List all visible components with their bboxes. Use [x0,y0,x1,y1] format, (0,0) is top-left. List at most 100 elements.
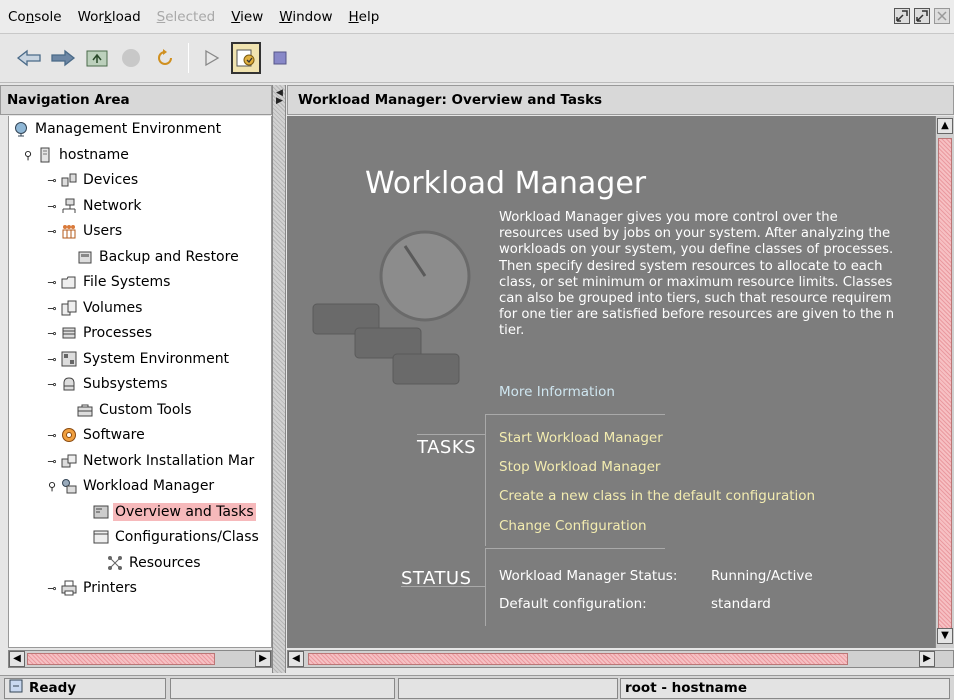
content-hscroll-thumb[interactable] [308,653,848,665]
up-level-button[interactable] [82,42,112,74]
menu-help[interactable]: Help [341,0,388,34]
tree-item-configurations[interactable]: Configurations/Class [93,526,261,548]
scroll-up-icon[interactable]: ▲ [937,118,953,134]
collapsed-toggle-icon[interactable]: ⊸ [45,429,59,442]
up-level-icon [86,50,108,67]
scroll-left-icon[interactable]: ◀ [9,651,25,667]
expanded-toggle-icon[interactable]: ⚲ [45,480,59,493]
tree-item-printers[interactable]: ⊸ Printers [45,577,139,599]
more-information-link[interactable]: More Information [499,384,615,400]
scroll-right-icon[interactable]: ▶ [255,651,271,667]
tree-item-resources[interactable]: Resources [107,552,203,574]
menu-workload[interactable]: Workload [70,0,149,34]
globe-icon [13,121,29,137]
menu-window[interactable]: Window [271,0,340,34]
toolbox-icon [77,402,93,418]
tree-item-software[interactable]: ⊸ Software [45,424,147,446]
divider [485,414,486,546]
nav-scroll-thumb[interactable] [27,653,215,665]
devices-icon [61,172,77,188]
menu-console[interactable]: Console [0,0,70,34]
close-icon[interactable] [934,8,950,24]
refresh-icon [158,49,172,65]
description-line: class, or set minimum or maximum resourc… [499,274,893,290]
collapsed-toggle-icon[interactable]: ⊸ [45,225,59,238]
collapsed-toggle-icon[interactable]: ⊸ [45,200,59,213]
tree-item-users[interactable]: ⊸ Users [45,220,124,242]
tree-item-processes[interactable]: ⊸ Processes [45,322,154,344]
play-icon [205,49,220,67]
status-cell-empty [170,678,395,699]
install-icon [61,453,77,469]
status-name: Workload Manager Status: [499,568,678,584]
status-user-host: root - hostname [620,678,950,699]
forward-arrow-icon [51,49,76,67]
tree-item-backup-and-restore[interactable]: Backup and Restore [77,246,241,268]
workload-illustration-icon [312,230,471,385]
scroll-right-icon[interactable]: ▶ [919,651,935,667]
forward-button[interactable] [48,42,78,74]
collapsed-toggle-icon[interactable]: ⊸ [45,174,59,187]
change-configuration-link[interactable]: Change Configuration [499,518,647,534]
status-cell-empty [398,678,618,699]
tree-item-volumes[interactable]: ⊸ Volumes [45,297,144,319]
stop-button[interactable] [116,42,146,74]
tree-item-workload-manager[interactable]: ⚲ Workload Manager [45,475,216,497]
splitter-collapse-icon[interactable]: ◀ ▶ [276,89,283,106]
printer-icon [61,580,77,596]
collapsed-toggle-icon[interactable]: ⊸ [45,455,59,468]
back-button[interactable] [14,42,44,74]
view-button[interactable] [265,42,295,74]
maximize-icon[interactable] [914,8,930,24]
description: Workload Manager gives you more control … [499,210,935,340]
task-guide-button[interactable] [231,42,261,74]
stop-workload-manager-link[interactable]: Stop Workload Manager [499,459,661,475]
default-config-name: Default configuration: [499,596,647,612]
scroll-down-icon[interactable]: ▼ [937,628,953,644]
collapsed-toggle-icon[interactable]: ⊸ [45,378,59,391]
collapsed-toggle-icon[interactable]: ⊸ [45,276,59,289]
content-horizontal-scrollbar[interactable]: ◀ ▶ [287,650,954,668]
workload-icon [61,478,77,494]
square-view-icon [273,51,287,65]
overview-icon [93,504,109,520]
menu-selected[interactable]: Selected [149,0,224,34]
navigation-tree: Management Environment ⚲ hostname ⊸ Devi… [8,116,272,648]
tree-item-file-systems[interactable]: ⊸ File Systems [45,271,172,293]
tree-item-management-environment[interactable]: Management Environment [13,118,223,140]
collapsed-toggle-icon[interactable]: ⊸ [45,302,59,315]
restore-icon[interactable] [894,8,910,24]
content-vscroll-thumb[interactable] [938,138,952,634]
tree-item-system-environment[interactable]: ⊸ System Environment [45,348,231,370]
status-value: Running/Active [711,568,813,584]
scroll-left-icon[interactable]: ◀ [288,651,304,667]
backup-icon [77,249,93,265]
panel-splitter[interactable]: ◀ ▶ [272,85,286,673]
collapsed-toggle-icon[interactable]: ⊸ [45,582,59,595]
divider [485,414,665,415]
start-workload-manager-link[interactable]: Start Workload Manager [499,430,663,446]
nav-horizontal-scrollbar[interactable]: ◀ ▶ [8,650,272,668]
default-config-value: standard [711,596,771,612]
content-vertical-scrollbar[interactable]: ▲ ▼ [935,116,954,648]
navigation-area-header: Navigation Area [0,85,272,115]
resources-icon [107,555,123,571]
run-button[interactable] [197,42,227,74]
description-line: can also be grouped into tiers, such tha… [499,291,892,307]
tree-item-custom-tools[interactable]: Custom Tools [77,399,194,421]
users-icon [61,223,77,239]
menu-view[interactable]: View [223,0,271,34]
expanded-toggle-icon[interactable]: ⚲ [21,149,35,162]
tree-item-overview-and-tasks[interactable]: Overview and Tasks [93,501,256,523]
tree-item-devices[interactable]: ⊸ Devices [45,169,140,191]
tree-item-hostname[interactable]: ⚲ hostname [21,144,131,166]
refresh-button[interactable] [150,42,180,74]
menu-bar: Console Workload Selected View Window He… [0,0,954,34]
config-icon [93,529,109,545]
tree-item-subsystems[interactable]: ⊸ Subsystems [45,373,170,395]
collapsed-toggle-icon[interactable]: ⊸ [45,327,59,340]
create-class-link[interactable]: Create a new class in the default config… [499,488,815,504]
tree-item-network[interactable]: ⊸ Network [45,195,143,217]
tree-item-network-installation[interactable]: ⊸ Network Installation Mar [45,450,256,472]
collapsed-toggle-icon[interactable]: ⊸ [45,353,59,366]
